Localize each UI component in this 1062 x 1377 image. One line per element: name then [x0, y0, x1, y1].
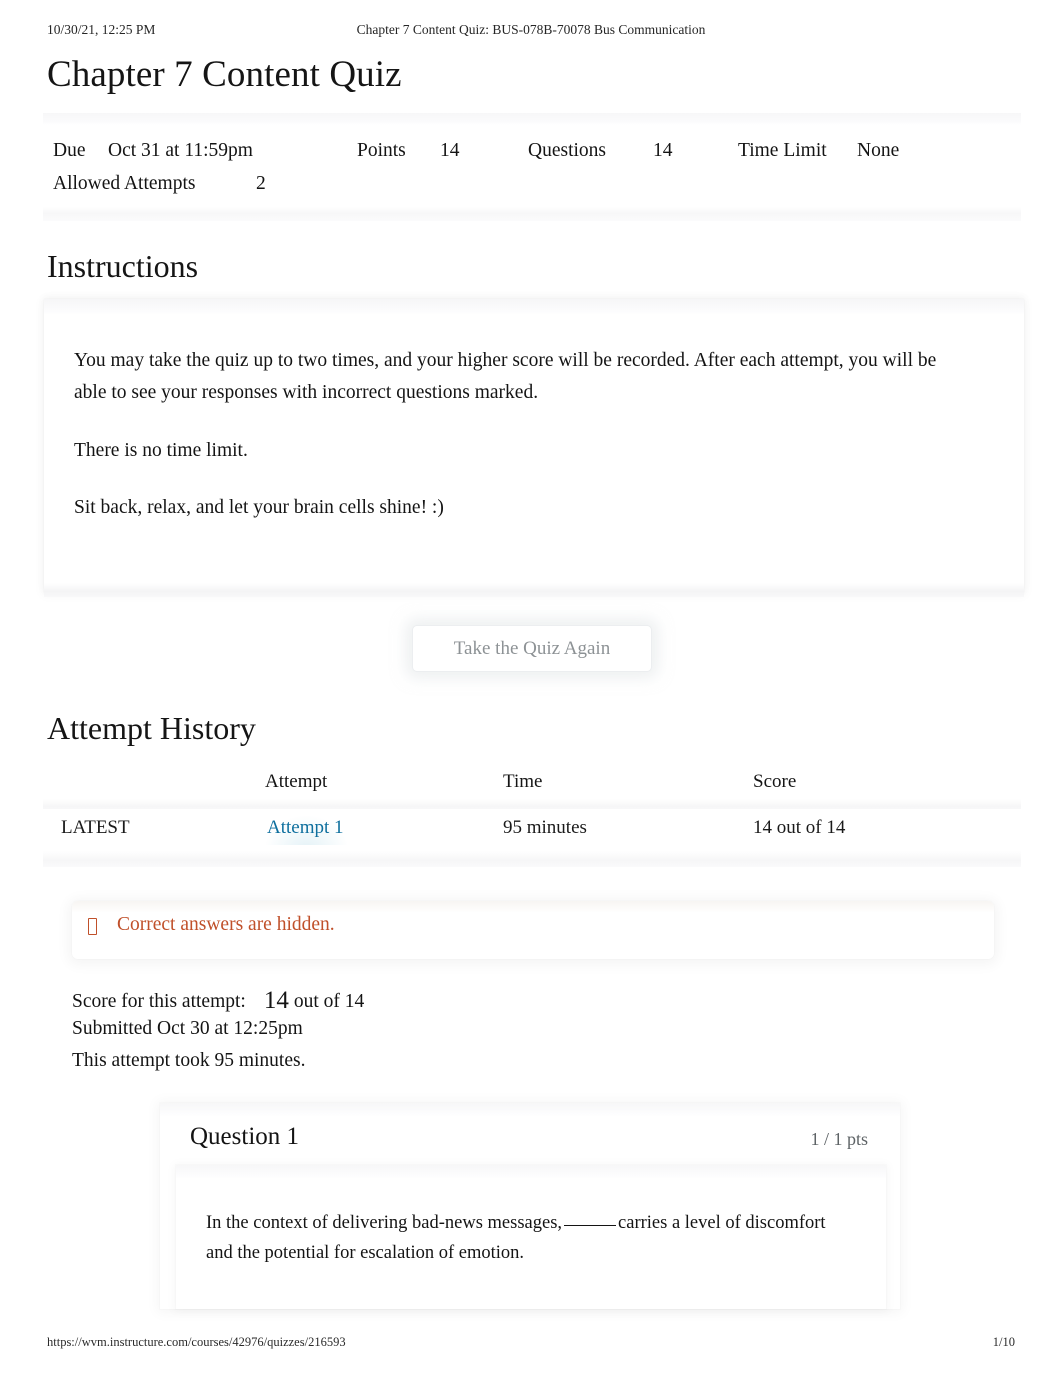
- due-label: Due: [53, 139, 86, 161]
- attempt-summary: Score for this attempt: 14 out of 14 Submi…: [72, 981, 1062, 1077]
- details-row-2: Allowed Attempts 2: [43, 168, 1021, 201]
- instructions-panel: You may take the quiz up to two times, a…: [44, 298, 1024, 597]
- questions-label: Questions: [528, 139, 606, 161]
- allowed-attempts-label: Allowed Attempts: [53, 172, 196, 194]
- question-body: In the context of delivering bad-news me…: [176, 1165, 886, 1310]
- page-title: Chapter 7 Content Quiz: [47, 54, 402, 95]
- attempt-time: 95 minutes: [503, 817, 587, 839]
- table-header-row: Attempt Time Score: [43, 769, 1021, 814]
- column-header-score: Score: [753, 771, 797, 793]
- instructions-paragraph-1: You may take the quiz up to two times, a…: [74, 349, 937, 403]
- table-row-divider: [43, 851, 1021, 868]
- question-text-before-blank: In the context of delivering bad-news me…: [206, 1213, 563, 1234]
- question-points: 1 / 1 pts: [810, 1129, 868, 1150]
- instructions-paragraph-2: There is no time limit.: [74, 439, 248, 461]
- time-limit-value: None: [857, 139, 900, 161]
- attempt-score: 14 out of 14: [753, 817, 846, 839]
- submitted-line: Submitted Oct 30 at 12:25pm: [72, 1018, 303, 1040]
- table-row: LATEST Attempt 1 95 minutes 14 out of 14: [43, 809, 1021, 868]
- score-line: Score for this attempt: 14 out of 14: [72, 981, 1062, 1015]
- page-content: Chapter 7 Content Quiz Due Oct 31 at 11:…: [0, 46, 1062, 1310]
- question-header: Question 1 1 / 1 pts: [160, 1103, 900, 1165]
- print-footer: https://wvm.instructure.com/courses/4297…: [0, 1335, 1062, 1355]
- question-title: Question 1: [190, 1123, 300, 1151]
- attempt-history-heading: Attempt History: [47, 709, 256, 746]
- due-value: Oct 31 at 11:59pm: [108, 139, 253, 161]
- score-label: Score for this attempt:: [72, 991, 246, 1013]
- question-card: Question 1 1 / 1 pts In the context of d…: [160, 1103, 900, 1310]
- print-header: 10/30/21, 12:25 PM Chapter 7 Content Qui…: [0, 22, 1062, 44]
- questions-value: 14: [653, 139, 673, 161]
- attempt-latest-badge: LATEST: [61, 817, 130, 839]
- allowed-attempts-value: 2: [256, 172, 266, 194]
- print-url: https://wvm.instructure.com/courses/4297…: [47, 1335, 346, 1349]
- column-header-time: Time: [503, 771, 543, 793]
- attempt-link[interactable]: Attempt 1: [265, 816, 348, 846]
- alert-message: Correct answers are hidden.: [117, 914, 335, 936]
- column-header-attempt: Attempt: [265, 771, 328, 793]
- print-page-number: 1/10: [992, 1335, 1015, 1349]
- take-quiz-again-button[interactable]: Take the Quiz Again: [412, 624, 652, 672]
- attempt-history-table: Attempt Time Score LATEST Attempt 1 95 m…: [43, 769, 1021, 868]
- quiz-details: Due Oct 31 at 11:59pm Points 14 Question…: [0, 112, 1062, 221]
- warning-icon: [88, 918, 97, 936]
- instructions-paragraph-3: Sit back, relax, and let your brain cell…: [74, 497, 444, 519]
- correct-answers-hidden-alert: Correct answers are hidden.: [72, 901, 994, 960]
- quiz-actions: Take the Quiz Again: [0, 607, 1062, 703]
- points-value: 14: [440, 139, 460, 161]
- score-out-of: out of 14: [293, 991, 365, 1013]
- time-limit-label: Time Limit: [738, 139, 827, 161]
- duration-line: This attempt took 95 minutes.: [72, 1050, 306, 1072]
- fill-in-blank: [564, 1225, 617, 1227]
- print-document-title: Chapter 7 Content Quiz: BUS-078B-70078 B…: [356, 22, 706, 37]
- points-label: Points: [357, 139, 406, 161]
- score-value: 14: [263, 987, 289, 1015]
- question-text: In the context of delivering bad-news me…: [206, 1209, 856, 1269]
- details-bottom-divider: [43, 206, 1021, 221]
- details-top-divider: [43, 112, 1021, 125]
- details-row-1: Due Oct 31 at 11:59pm Points 14 Question…: [43, 135, 1021, 168]
- instructions-heading: Instructions: [47, 247, 199, 284]
